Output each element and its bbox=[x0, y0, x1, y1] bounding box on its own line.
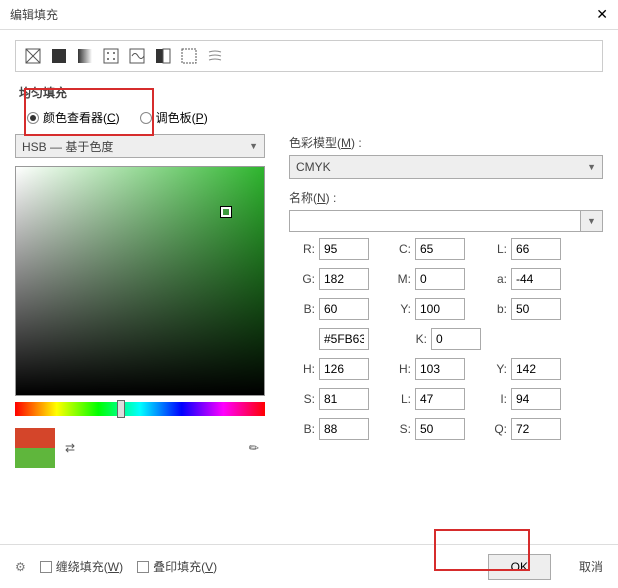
overprint-checkbox[interactable]: 叠印填充(V) bbox=[137, 558, 217, 575]
label-i: I: bbox=[481, 392, 507, 406]
label-g: G: bbox=[289, 272, 315, 286]
radio-label: 颜色查看器(C) bbox=[43, 109, 120, 126]
label-m: M: bbox=[385, 272, 411, 286]
input-g[interactable] bbox=[319, 268, 369, 290]
gradient-fill-icon[interactable] bbox=[76, 47, 94, 65]
color-model-combo[interactable]: CMYK ▼ bbox=[289, 155, 603, 179]
cancel-button[interactable]: 取消 bbox=[579, 558, 603, 575]
title-bar: 编辑填充 ✕ bbox=[0, 0, 618, 30]
solid-fill-icon[interactable] bbox=[50, 47, 68, 65]
label-b2: b: bbox=[481, 302, 507, 316]
radio-color-viewer[interactable]: 颜色查看器(C) bbox=[27, 109, 120, 126]
pattern-fill-icon[interactable] bbox=[102, 47, 120, 65]
input-l2[interactable] bbox=[415, 388, 465, 410]
name-dropdown-button[interactable]: ▼ bbox=[581, 210, 603, 232]
label-bv: B: bbox=[289, 422, 315, 436]
input-b[interactable] bbox=[319, 298, 369, 320]
label-q: Q: bbox=[481, 422, 507, 436]
texture-fill-icon[interactable] bbox=[128, 47, 146, 65]
new-color-swatch bbox=[15, 448, 55, 468]
input-s2[interactable] bbox=[415, 418, 465, 440]
input-bv[interactable] bbox=[319, 418, 369, 440]
combo-value: HSB — 基于色度 bbox=[22, 138, 113, 155]
label-h2: H: bbox=[385, 362, 411, 376]
label-c: C: bbox=[385, 242, 411, 256]
section-title: 均匀填充 bbox=[19, 84, 603, 101]
color-model-label: 色彩模型(M) : bbox=[289, 134, 603, 151]
label-s2: S: bbox=[385, 422, 411, 436]
hue-slider[interactable] bbox=[15, 402, 265, 416]
input-y[interactable] bbox=[415, 298, 465, 320]
input-a[interactable] bbox=[511, 268, 561, 290]
input-l[interactable] bbox=[511, 238, 561, 260]
label-h: H: bbox=[289, 362, 315, 376]
eyedropper-icon[interactable]: ✎ bbox=[246, 439, 263, 456]
mesh-fill-icon[interactable] bbox=[206, 47, 224, 65]
input-hex[interactable] bbox=[319, 328, 369, 350]
radio-label: 调色板(P) bbox=[156, 109, 208, 126]
name-label: 名称(N) : bbox=[289, 189, 603, 206]
input-k[interactable] bbox=[431, 328, 481, 350]
label-a: a: bbox=[481, 272, 507, 286]
color-name-input[interactable] bbox=[289, 210, 581, 232]
label-s: S: bbox=[289, 392, 315, 406]
checkbox-label: 叠印填充(V) bbox=[153, 558, 217, 575]
input-i[interactable] bbox=[511, 388, 561, 410]
color-field[interactable] bbox=[15, 166, 265, 396]
color-space-combo[interactable]: HSB — 基于色度 ▼ bbox=[15, 134, 265, 158]
chevron-down-icon: ▼ bbox=[249, 141, 258, 151]
radio-dot-icon bbox=[140, 112, 152, 124]
radio-palette[interactable]: 调色板(P) bbox=[140, 109, 208, 126]
input-b2[interactable] bbox=[511, 298, 561, 320]
checkbox-icon bbox=[137, 561, 149, 573]
input-r[interactable] bbox=[319, 238, 369, 260]
label-r: R: bbox=[289, 242, 315, 256]
input-y2[interactable] bbox=[511, 358, 561, 380]
button-label: OK bbox=[511, 560, 528, 574]
picker-mode-radios: 颜色查看器(C) 调色板(P) bbox=[15, 109, 603, 126]
wrap-fill-checkbox[interactable]: 缠绕填充(W) bbox=[40, 558, 123, 575]
dialog-footer: ⚙ 缠绕填充(W) 叠印填充(V) OK 取消 bbox=[0, 544, 618, 588]
hue-thumb-icon bbox=[117, 400, 125, 418]
label-l: L: bbox=[481, 242, 507, 256]
input-q[interactable] bbox=[511, 418, 561, 440]
checkbox-icon bbox=[40, 561, 52, 573]
combo-value: CMYK bbox=[296, 160, 331, 174]
input-c[interactable] bbox=[415, 238, 465, 260]
close-icon[interactable]: ✕ bbox=[596, 6, 608, 23]
checkbox-label: 缠绕填充(W) bbox=[56, 558, 123, 575]
radio-dot-icon bbox=[27, 112, 39, 124]
gear-icon[interactable]: ⚙ bbox=[15, 560, 26, 574]
label-k: K: bbox=[401, 332, 427, 346]
input-s[interactable] bbox=[319, 388, 369, 410]
input-m[interactable] bbox=[415, 268, 465, 290]
ok-button[interactable]: OK bbox=[488, 554, 551, 580]
label-y: Y: bbox=[385, 302, 411, 316]
fill-type-toolbar bbox=[15, 40, 603, 72]
swap-colors-icon[interactable]: ⇄ bbox=[65, 441, 75, 455]
input-h[interactable] bbox=[319, 358, 369, 380]
color-cursor-icon bbox=[221, 207, 231, 217]
label-l2: L: bbox=[385, 392, 411, 406]
label-b: B: bbox=[289, 302, 315, 316]
input-h2[interactable] bbox=[415, 358, 465, 380]
postscript-fill-icon[interactable] bbox=[180, 47, 198, 65]
label-y2: Y: bbox=[481, 362, 507, 376]
color-swatches[interactable] bbox=[15, 428, 55, 468]
old-color-swatch bbox=[15, 428, 55, 448]
window-title: 编辑填充 bbox=[10, 6, 58, 23]
two-color-icon[interactable] bbox=[154, 47, 172, 65]
chevron-down-icon: ▼ bbox=[587, 162, 596, 172]
no-fill-icon[interactable] bbox=[24, 47, 42, 65]
